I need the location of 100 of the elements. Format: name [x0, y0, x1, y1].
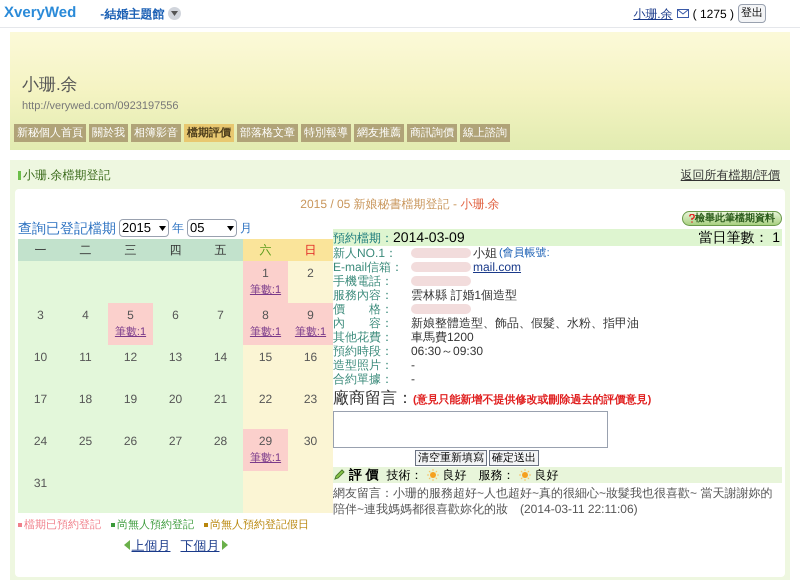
weekday-header: 六	[243, 239, 288, 261]
review-text: 網友留言：小珊的服務超好~人也超好~真的很細心~妝髮我也很喜歡~ 當天謝謝妳的陪伴~連我媽媽都很喜歡妳化的妝 (2014-03-11 22:11:06)	[333, 485, 774, 517]
previous-month-link[interactable]: 上個月	[124, 536, 170, 555]
field-label: 預約時段：	[333, 344, 394, 358]
comment-field[interactable]	[333, 411, 608, 448]
field-value: -	[411, 358, 415, 372]
weekday-header: 三	[108, 239, 153, 261]
calendar-day: 11	[63, 345, 108, 387]
pencil-icon	[333, 469, 345, 481]
service-label: 服務：	[478, 467, 515, 484]
bullet-icon	[18, 170, 21, 180]
theme-menu[interactable]: -結婚主題館	[100, 4, 182, 22]
field-value: 雲林縣 訂婚1個造型	[411, 288, 518, 302]
date-label: 預約檔期：	[333, 230, 393, 246]
comment-note: (意見只能新增不提供修改或刪除過去的評價意見)	[413, 392, 652, 408]
calendar-day: 25	[63, 429, 108, 471]
logout-button[interactable]: 登出	[738, 4, 766, 23]
mail-icon[interactable]	[676, 9, 689, 18]
calendar-day: 7	[198, 303, 243, 345]
service-rating: 良好	[534, 467, 559, 484]
weekday-header: 一	[18, 239, 63, 261]
page-heading: 2015 / 05 新娘秘書檔期登記 - 小珊.余	[299, 196, 501, 213]
calendar-day: 2	[288, 261, 333, 303]
field-label: 手機電話：	[333, 274, 394, 288]
booking-date: 2014-03-09	[393, 228, 465, 247]
calendar-day: 20	[153, 387, 198, 429]
blog-url: http://verywed.com/0923197556	[22, 98, 180, 114]
form-button[interactable]: 清空重新填寫	[415, 450, 487, 466]
legend-label: 尚無人預約登記	[117, 518, 194, 533]
calendar-day: 15	[243, 345, 288, 387]
message-count: ( 1275 )	[692, 6, 734, 22]
calendar-day: 6	[153, 303, 198, 345]
weekday-header: 二	[63, 239, 108, 261]
next-month-link[interactable]: 下個月	[180, 536, 228, 555]
calendar-day: 8 筆數:1	[243, 303, 288, 345]
calendar-day: 19	[108, 387, 153, 429]
calendar-day: 22	[243, 387, 288, 429]
year-select[interactable]: 2015	[119, 219, 169, 237]
calendar-day: 29 筆數:1	[243, 429, 288, 471]
query-label: 查詢已登記檔期	[18, 218, 116, 238]
field-label: 內 容：	[333, 316, 394, 330]
field-label: 合約單據：	[333, 372, 394, 386]
site-logo[interactable]: XveryWed	[4, 2, 76, 25]
calendar-day: 13	[153, 345, 198, 387]
field-label: E-mail信箱：	[333, 260, 404, 274]
dropdown-arrow-icon	[159, 226, 166, 230]
calendar-day: 12	[108, 345, 153, 387]
booking-count-link[interactable]: 筆數:1	[250, 324, 282, 340]
sun-icon	[518, 469, 531, 481]
report-button[interactable]: 檢舉此筆檔期資料	[682, 211, 782, 226]
rating-title: 評 價	[349, 466, 379, 484]
field-label: 造型照片：	[333, 358, 394, 372]
member-account-label: (會員帳號:	[499, 246, 550, 260]
field-value: 06:30～09:30	[411, 344, 484, 358]
calendar-day: 10	[18, 345, 63, 387]
right-arrow-icon	[222, 540, 228, 550]
calendar-day: 14	[198, 345, 243, 387]
calendar-day: 27	[153, 429, 198, 471]
nav-tab[interactable]: 檔期評價	[184, 124, 234, 142]
field-label: 其他花費：	[333, 330, 394, 344]
field-value: 車馬費1200	[411, 330, 474, 344]
calendar-day: 23	[288, 387, 333, 429]
booking-count-link[interactable]: 筆數:1	[250, 282, 282, 298]
month-select[interactable]: 05	[187, 219, 237, 237]
field-value: 小姐	[473, 246, 497, 260]
calendar-day: 3	[18, 303, 63, 345]
skill-rating: 良好	[442, 467, 467, 484]
month-unit: 月	[240, 220, 252, 237]
calendar-day: 30	[288, 429, 333, 471]
back-link[interactable]: 返回所有檔期/評價	[680, 166, 780, 184]
legend-label: 尚無人預約登記假日	[210, 518, 309, 533]
dropdown-arrow-icon	[227, 226, 234, 230]
calendar-day: 31	[18, 471, 63, 513]
booking-count-link[interactable]: 筆數:1	[114, 324, 146, 340]
booking-count-link[interactable]: 筆數:1	[294, 324, 326, 340]
blog-owner-name: 小珊.余	[22, 74, 79, 96]
field-label: 新人NO.1：	[333, 246, 398, 260]
comment-label: 廠商留言：	[333, 388, 413, 409]
calendar-day: 16	[288, 345, 333, 387]
form-button[interactable]: 確定送出	[489, 450, 539, 466]
user-link[interactable]: 小珊.余	[633, 4, 673, 22]
field-value: -	[411, 372, 415, 386]
question-icon	[689, 214, 695, 223]
skill-label: 技術：	[386, 467, 423, 484]
calendar-day: 9 筆數:1	[288, 303, 333, 345]
calendar-day: 17	[18, 387, 63, 429]
day-count: 當日筆數： 1	[698, 228, 780, 247]
weekday-header: 五	[198, 239, 243, 261]
field-label: 價 格：	[333, 302, 394, 316]
calendar-day: 5 筆數:1	[108, 303, 153, 345]
sun-icon	[426, 469, 439, 481]
field-value: 新娘整體造型、飾品、假髮、水粉、指甲油	[411, 316, 639, 330]
legend-label: 檔期已預約登記	[24, 518, 101, 533]
email-link[interactable]: mail.com	[473, 260, 522, 274]
calendar-day: 28	[198, 429, 243, 471]
section-title: 小珊.余檔期登記	[23, 167, 110, 184]
year-unit: 年	[172, 220, 184, 237]
weekday-header: 四	[153, 239, 198, 261]
calendar-day: 24	[18, 429, 63, 471]
booking-count-link[interactable]: 筆數:1	[250, 450, 282, 466]
